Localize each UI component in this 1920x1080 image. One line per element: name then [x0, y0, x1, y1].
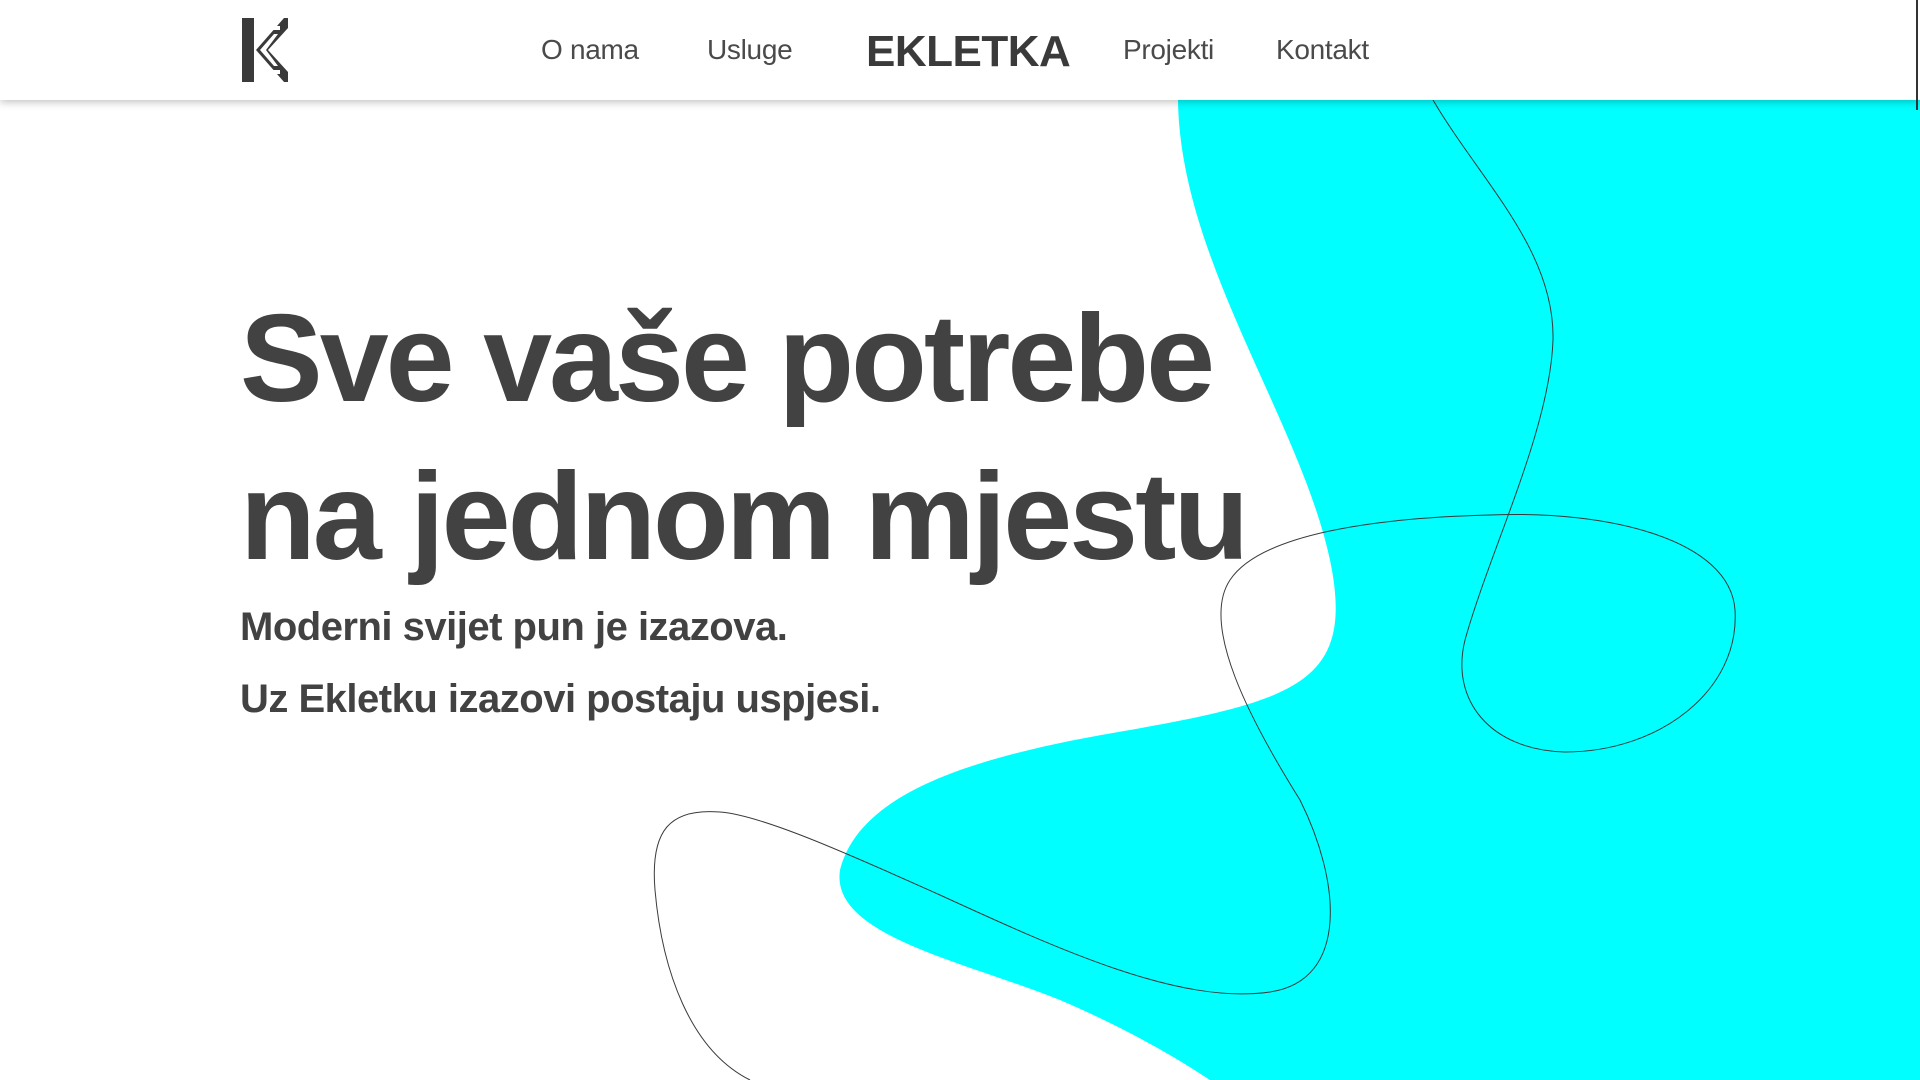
- scrollbar[interactable]: [1916, 0, 1918, 110]
- hero-title-line-1: Sve vaše potrebe: [240, 290, 1215, 428]
- hero-subtitle-line-1: Moderni svijet pun je izazova.: [240, 605, 788, 649]
- top-navbar: O nama Usluge EKLETKA Projekti Kontakt: [0, 0, 1920, 100]
- ekletka-logo-icon[interactable]: [240, 16, 290, 84]
- page: O nama Usluge EKLETKA Projekti Kontakt S…: [0, 0, 1920, 1080]
- nav-link-projekti[interactable]: Projekti: [1123, 30, 1214, 70]
- hero-title-line-2: na jednom mjestu: [240, 448, 1249, 586]
- nav-link-o-nama[interactable]: O nama: [541, 30, 639, 70]
- nav-link-kontakt[interactable]: Kontakt: [1276, 30, 1369, 70]
- brand-wordmark[interactable]: EKLETKA: [866, 28, 1071, 76]
- hero-section: Sve vaše potrebe na jednom mjestu Modern…: [240, 280, 1249, 722]
- nav-link-usluge[interactable]: Usluge: [707, 30, 793, 70]
- hero-subtitle-line-2: Uz Ekletku izazovi postaju uspjesi.: [240, 677, 881, 721]
